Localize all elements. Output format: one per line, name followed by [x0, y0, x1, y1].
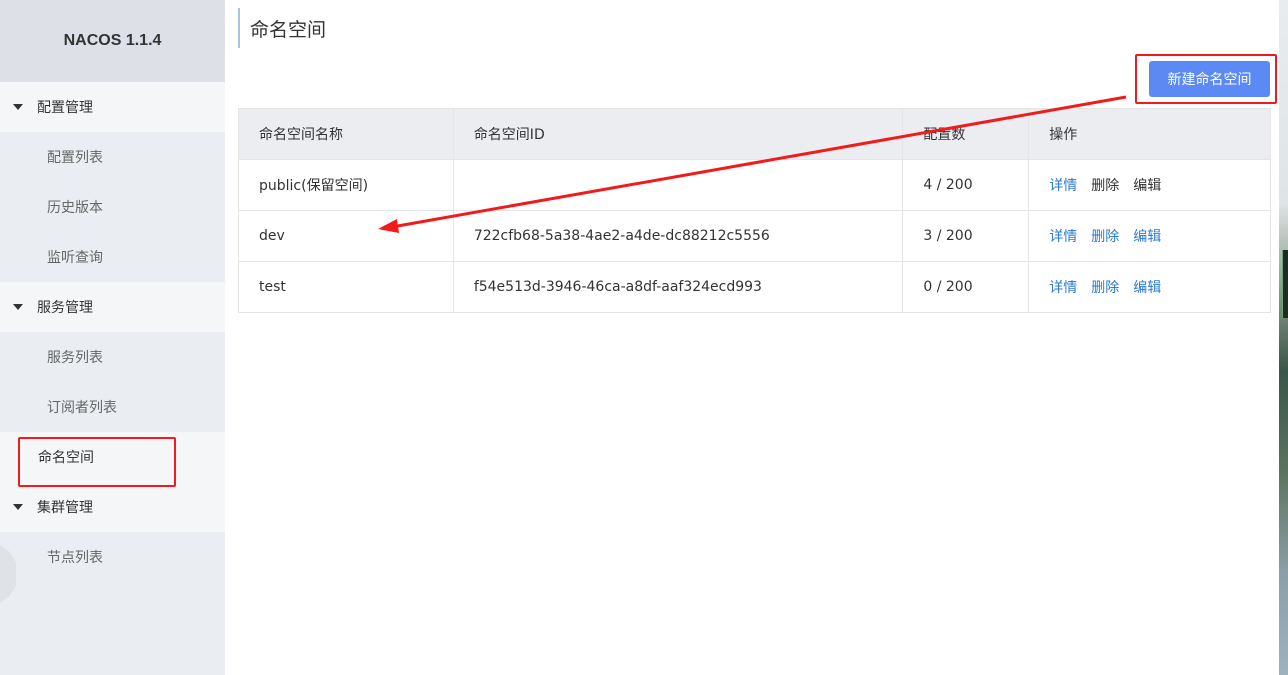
- background-strip: [1279, 0, 1288, 675]
- background-strip-detail: [1282, 250, 1288, 318]
- annotation-arrow: [378, 95, 1127, 233]
